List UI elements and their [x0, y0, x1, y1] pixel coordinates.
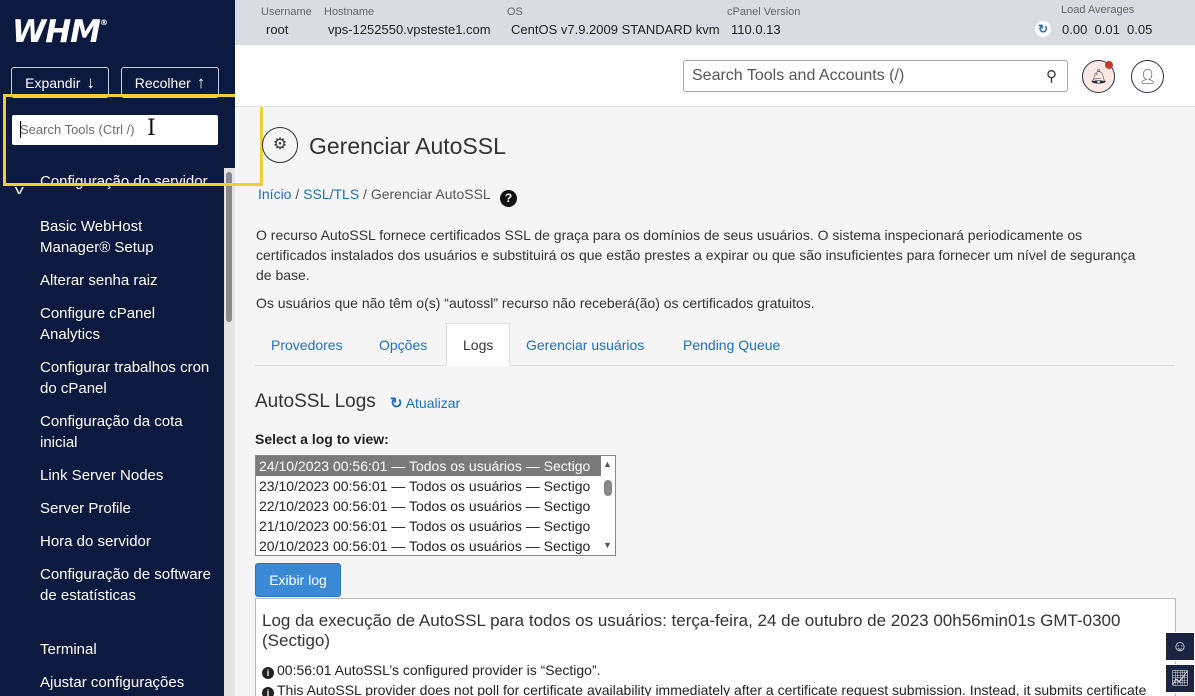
sidebar-item-server-time[interactable]: Hora do servidor	[40, 531, 215, 552]
user-icon: 👤︎	[1138, 68, 1157, 84]
load-averages-value: 0.00 0.01 0.05	[1062, 22, 1153, 37]
autossl-page-icon: ⚙	[262, 127, 298, 163]
log-select-label: Select a log to view:	[255, 431, 389, 447]
analytics-chart-icon[interactable]: 📈︎	[1165, 664, 1195, 693]
log-option[interactable]: 21/10/2023 00:56:01 — Todos os usuários …	[256, 516, 601, 536]
arrow-down-icon: ↓	[86, 72, 95, 92]
listbox-scrollbar[interactable]: ▲ ▼	[601, 456, 615, 555]
user-menu-button[interactable]: 👤︎	[1131, 60, 1164, 93]
info-icon: i	[262, 667, 274, 679]
refresh-icon: ↻	[390, 395, 403, 412]
load-averages-label: Load Averages	[1061, 4, 1135, 16]
sidebar-item-tweak-settings[interactable]: Ajustar configurações	[40, 672, 215, 693]
breadcrumb: Início / SSL/TLS / Gerenciar AutoSSL ?	[258, 186, 518, 207]
page-title: Gerenciar AutoSSL	[309, 133, 506, 159]
arrow-up-icon: ↑	[196, 72, 206, 92]
log-option[interactable]: 22/10/2023 00:56:01 — Todos os usuários …	[256, 496, 601, 516]
info-icon: i	[262, 687, 274, 696]
bell-icon: 🔔︎	[1089, 68, 1108, 84]
sidebar-item-terminal[interactable]: Terminal	[40, 639, 215, 660]
tools-accounts-search-input[interactable]: Search Tools and Accounts (/) ⚲	[683, 60, 1068, 92]
collapse-label: Recolher	[134, 74, 191, 91]
sidebar-item-statistics-software[interactable]: Configuração de software de estatísticas	[40, 564, 215, 606]
log-header: Log da execução de AutoSSL para todos os…	[262, 611, 1121, 650]
cpanel-version-value: 110.0.13	[731, 22, 781, 37]
username-value: root	[266, 22, 289, 37]
log-output: Log da execução de AutoSSL para todos os…	[255, 598, 1176, 696]
logs-section-title: AutoSSL Logs	[255, 391, 376, 412]
highlight-box	[3, 94, 263, 186]
show-log-button[interactable]: Exibir log	[255, 563, 341, 597]
status-bar: Username root Hostname vps-1252550.vpste…	[235, 0, 1195, 45]
tab-manage-users[interactable]: Gerenciar usuários	[510, 323, 660, 366]
log-line: i This AutoSSL provider does not poll for…	[262, 680, 1169, 696]
expand-label: Expandir	[25, 74, 81, 91]
os-value: CentOS v7.9.2009 STANDARD kvm	[511, 22, 720, 37]
tab-pending-queue[interactable]: Pending Queue	[667, 323, 796, 366]
sidebar-item-cpanel-analytics[interactable]: Configure cPanel Analytics	[40, 303, 215, 345]
scroll-up-icon[interactable]: ▲	[603, 459, 612, 469]
log-line: i 00:56:01 AutoSSL’s configured provider …	[262, 660, 1169, 680]
refresh-label: Atualizar	[405, 395, 461, 411]
tab-options[interactable]: Opções	[363, 323, 443, 366]
page-description: O recurso AutoSSL fornece certificados S…	[256, 227, 1136, 283]
scroll-down-icon[interactable]: ▼	[603, 540, 612, 550]
search-icon[interactable]: ⚲	[1046, 67, 1057, 85]
log-option[interactable]: 24/10/2023 00:56:01 — Todos os usuários …	[256, 456, 601, 476]
sidebar-item-server-profile[interactable]: Server Profile	[40, 498, 215, 519]
sidebar-item-cron-jobs[interactable]: Configurar trabalhos cron do cPanel	[40, 357, 215, 399]
help-icon[interactable]: ?	[500, 190, 518, 207]
refresh-load-icon[interactable]: ↻	[1035, 21, 1051, 37]
tab-providers[interactable]: Provedores	[255, 323, 359, 366]
search-placeholder: Search Tools and Accounts (/)	[692, 67, 905, 84]
notification-dot	[1105, 61, 1113, 69]
tab-logs[interactable]: Logs	[446, 323, 511, 366]
breadcrumb-home[interactable]: Início	[258, 186, 291, 202]
feature-note: Os usuários que não têm o(s) “autossl” r…	[256, 295, 815, 311]
log-option[interactable]: 20/10/2023 00:56:01 — Todos os usuários …	[256, 536, 601, 555]
log-listbox[interactable]: 24/10/2023 00:56:01 — Todos os usuários …	[255, 455, 616, 556]
header: Search Tools and Accounts (/) ⚲ 🔔︎ 👤︎	[235, 45, 1195, 107]
sidebar-item-initial-quota[interactable]: Configuração da cota inicial	[40, 411, 215, 453]
cpanel-version-label: cPanel Version	[727, 6, 801, 18]
sidebar-scroll-thumb[interactable]	[226, 172, 232, 322]
sidebar-item-link-server-nodes[interactable]: Link Server Nodes	[40, 465, 215, 486]
hostname-label: Hostname	[324, 6, 375, 18]
listbox-scroll-thumb[interactable]	[604, 480, 612, 496]
breadcrumb-ssl-tls[interactable]: SSL/TLS	[303, 186, 359, 202]
feedback-widget-icon[interactable]: ☺	[1165, 632, 1195, 661]
os-label: OS	[507, 6, 523, 18]
log-option[interactable]: 23/10/2023 00:56:01 — Todos os usuários …	[256, 476, 601, 496]
breadcrumb-current: Gerenciar AutoSSL	[370, 186, 491, 202]
refresh-logs-link[interactable]: ↻ Atualizar	[390, 394, 460, 412]
username-label: Username	[261, 6, 312, 18]
sidebar-item-root-password[interactable]: Alterar senha raiz	[40, 270, 215, 291]
hostname-value: vps-1252550.vpsteste1.com	[328, 22, 491, 37]
sidebar-item-basic-setup[interactable]: Basic WebHost Manager® Setup	[40, 216, 215, 258]
tab-bar: Provedores Opções Logs Gerenciar usuário…	[255, 323, 1175, 366]
whm-logo[interactable]: WHM®	[12, 14, 108, 50]
